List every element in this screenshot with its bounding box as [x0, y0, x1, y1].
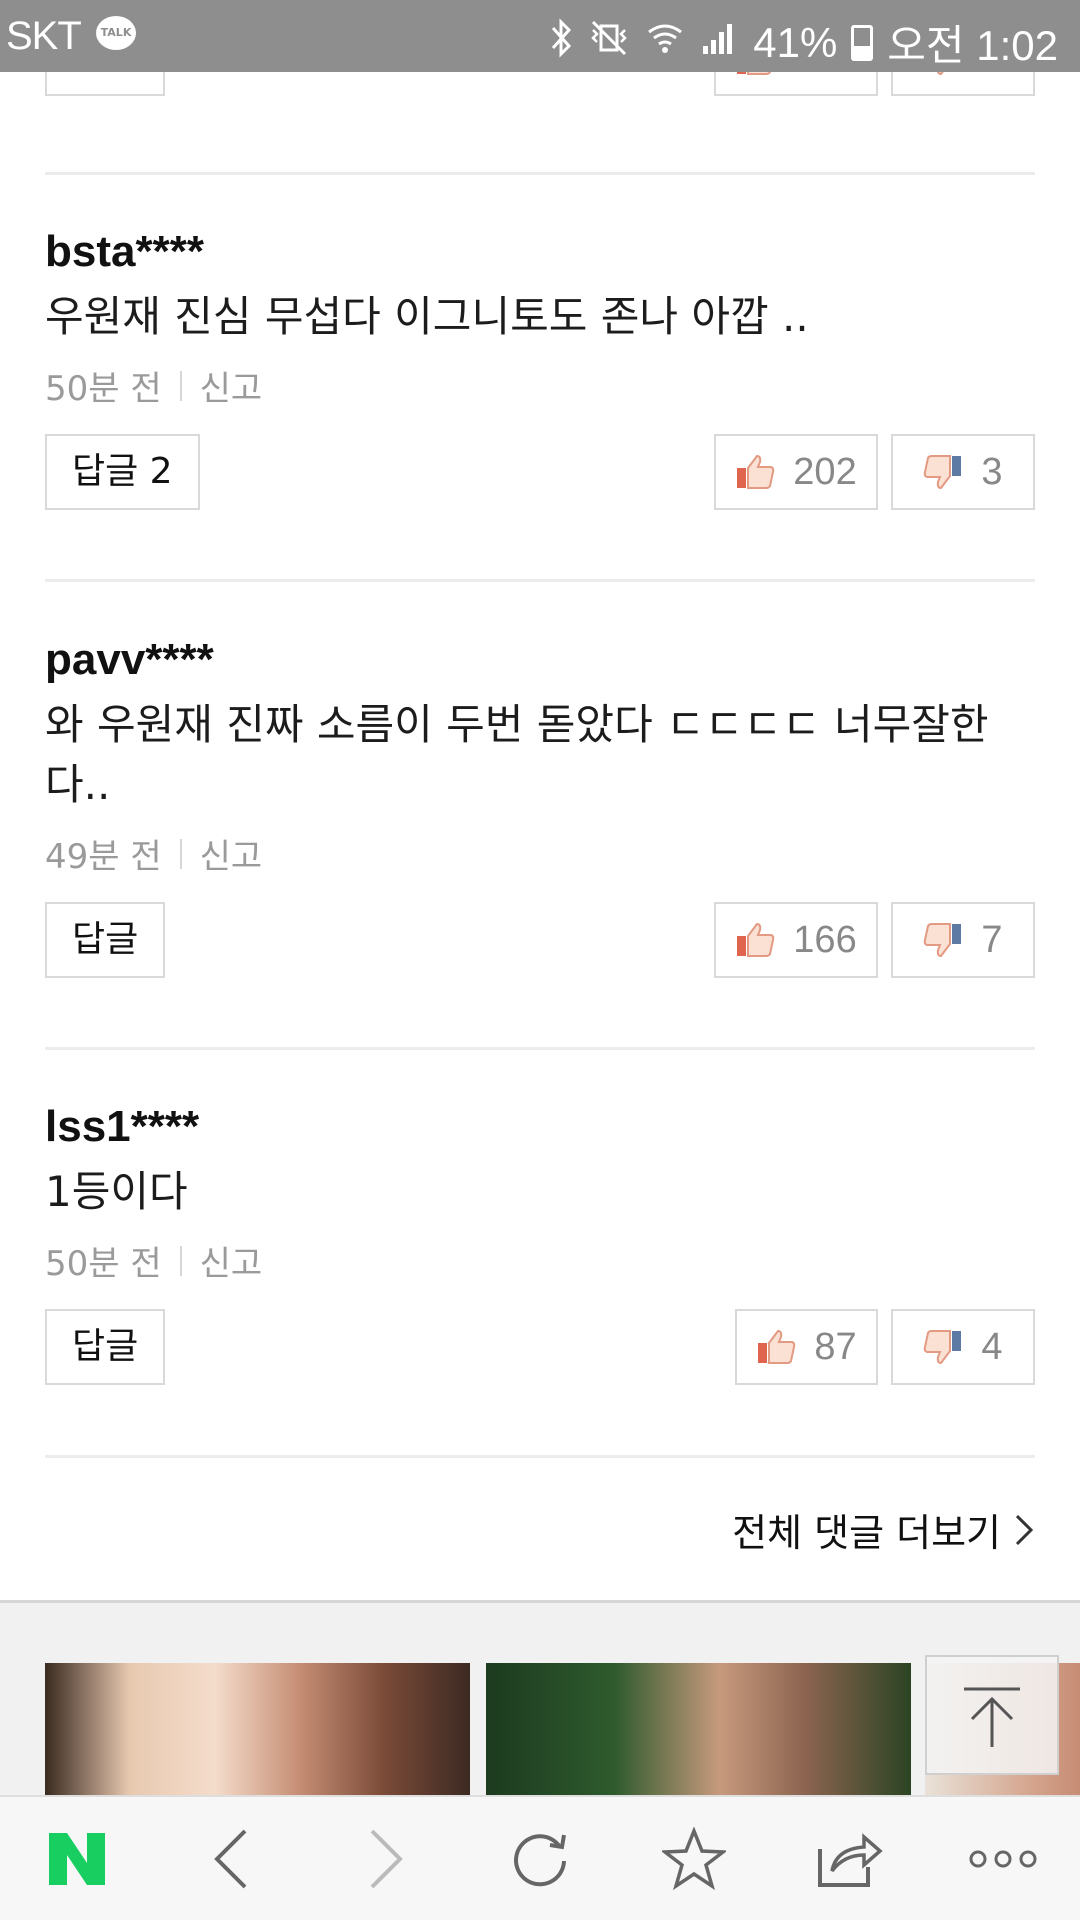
- dislike-button[interactable]: 4: [891, 1309, 1035, 1385]
- report-link[interactable]: 신고: [200, 361, 263, 410]
- thumbs-up-icon: [737, 454, 775, 489]
- comment-username: lss1****: [45, 1102, 200, 1151]
- like-button[interactable]: 87: [735, 1309, 878, 1385]
- dislike-button[interactable]: 3: [891, 72, 1035, 96]
- divider: [45, 1047, 1035, 1050]
- comment-text: 1등이다: [45, 1167, 188, 1216]
- comment-item-partial: 답글 218 3: [45, 72, 1035, 96]
- reply-button[interactable]: 답글 2: [45, 434, 200, 510]
- thumbs-up-icon: [737, 922, 775, 957]
- comment-text: 와 우원재 진짜 소름이 두번 돋았다 ㄷㄷㄷㄷ 너무잘한다..: [45, 700, 989, 809]
- divider: [45, 579, 1035, 582]
- comment-list: 답글 218 3 bsta**** 우원재 진심 무섭다 이그니토도 존나 아깝…: [0, 72, 1080, 1600]
- dislike-button[interactable]: 3: [891, 434, 1035, 510]
- dislike-count: 7: [981, 918, 1003, 961]
- like-button[interactable]: 166: [714, 902, 878, 978]
- comment-username: bsta****: [45, 227, 204, 276]
- report-link[interactable]: 신고: [200, 829, 263, 878]
- like-count: 218: [793, 72, 856, 80]
- thumbs-down-icon: [924, 1330, 962, 1365]
- browser-toolbar: [0, 1795, 1080, 1920]
- status-bar: SKT TALK 41% 오전 1:02: [0, 0, 1080, 72]
- comment-time: 49분 전: [45, 837, 162, 877]
- thumbs-up-icon: [758, 1329, 796, 1364]
- related-article-thumbnail[interactable]: [486, 1663, 911, 1803]
- divider: [45, 1455, 1035, 1458]
- dislike-button[interactable]: 7: [891, 902, 1035, 978]
- vibrate-mute-icon: [587, 18, 631, 68]
- battery-icon: [851, 24, 874, 61]
- reply-button[interactable]: 답글: [45, 1309, 166, 1385]
- comment-username: pavv****: [45, 635, 214, 684]
- divider: [45, 172, 1035, 175]
- comment-item: pavv**** 와 우원재 진짜 소름이 두번 돋았다 ㄷㄷㄷㄷ 너무잘한다.…: [45, 635, 1035, 978]
- like-button[interactable]: 202: [714, 434, 878, 510]
- meta-separator: [179, 370, 182, 401]
- comment-meta: 50분 전 신고: [45, 1236, 1035, 1285]
- dislike-count: 4: [981, 1325, 1003, 1368]
- report-link[interactable]: 신고: [200, 1236, 263, 1285]
- meta-separator: [179, 838, 182, 869]
- signal-icon: [699, 18, 739, 68]
- clock: 오전 1:02: [887, 22, 1058, 69]
- forward-icon[interactable]: [336, 1809, 436, 1909]
- chevron-right-icon: [1015, 1514, 1034, 1545]
- share-icon[interactable]: [799, 1809, 899, 1909]
- comment-meta: 49분 전 신고: [45, 829, 1035, 878]
- thumbs-down-icon: [924, 455, 962, 490]
- like-count: 87: [814, 1325, 857, 1368]
- related-articles-strip: [0, 1600, 1080, 1803]
- bluetooth-icon: [549, 17, 573, 68]
- related-article-thumbnail[interactable]: [45, 1663, 470, 1803]
- like-count: 202: [793, 450, 857, 493]
- comment-text: 우원재 진심 무섭다 이그니토도 존나 아깝 ..: [45, 292, 809, 341]
- comment-time: 50분 전: [45, 369, 162, 409]
- reply-button[interactable]: 답글: [45, 72, 166, 96]
- battery-percent: 41%: [753, 18, 838, 66]
- wifi-icon: [645, 18, 685, 68]
- kakaotalk-notification-icon: TALK: [96, 16, 136, 50]
- more-comments-link[interactable]: 전체 댓글 더보기: [732, 1502, 1035, 1557]
- like-button[interactable]: 218: [714, 72, 878, 96]
- naver-logo-icon[interactable]: [27, 1809, 127, 1909]
- dislike-count: 3: [981, 450, 1003, 493]
- dislike-count: 3: [981, 72, 1002, 80]
- arrow-up-icon: [964, 1687, 1020, 1747]
- carrier-label: SKT: [6, 14, 82, 58]
- refresh-icon[interactable]: [490, 1809, 590, 1909]
- comment-item: lss1**** 1등이다 50분 전 신고 답글 87 4: [45, 1102, 1035, 1385]
- comment-item: bsta**** 우원재 진심 무섭다 이그니토도 존나 아깝 .. 50분 전…: [45, 227, 1035, 510]
- like-count: 166: [793, 918, 857, 961]
- back-icon[interactable]: [181, 1809, 281, 1909]
- scroll-to-top-button[interactable]: [925, 1655, 1059, 1775]
- reply-button[interactable]: 답글: [45, 902, 166, 978]
- comment-time: 50분 전: [45, 1244, 162, 1284]
- thumbs-down-icon: [924, 923, 962, 958]
- more-icon[interactable]: [953, 1809, 1053, 1909]
- meta-separator: [179, 1245, 182, 1276]
- bookmark-star-icon[interactable]: [644, 1809, 744, 1909]
- comment-meta: 50분 전 신고: [45, 361, 1035, 410]
- more-comments-label: 전체 댓글 더보기: [732, 1511, 1001, 1555]
